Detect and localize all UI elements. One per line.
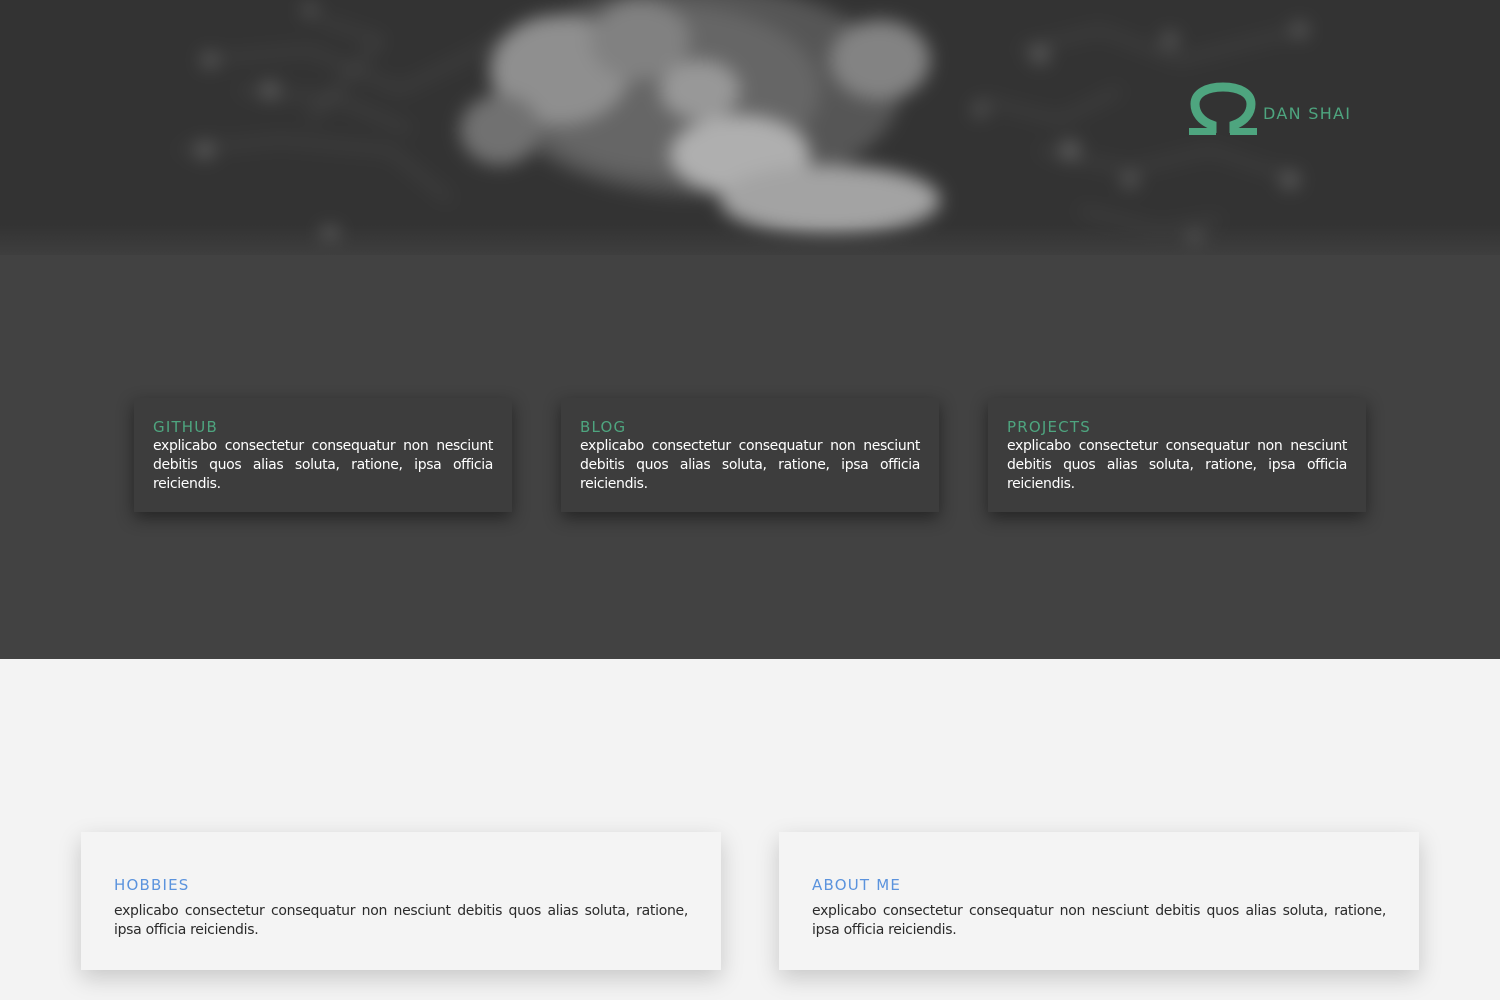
info-section: HOBBIES explicabo consectetur consequatu… (0, 659, 1500, 1000)
github-card[interactable]: GITHUB explicabo consectetur consequatur… (134, 398, 512, 512)
brand[interactable]: DAN SHAI (1187, 82, 1351, 138)
links-section: GITHUB explicabo consectetur consequatur… (0, 255, 1500, 659)
github-card-title[interactable]: GITHUB (153, 417, 493, 437)
projects-card-text: explicabo consectetur consequatur non ne… (1007, 438, 1347, 492)
omega-icon (1189, 82, 1257, 135)
brand-name: DAN SHAI (1263, 104, 1352, 123)
hero-banner: DAN SHAI (0, 0, 1500, 255)
hobbies-card-text: explicabo consectetur consequatur non ne… (114, 903, 688, 938)
about-me-card: ABOUT ME explicabo consectetur consequat… (779, 832, 1419, 970)
blog-card-text: explicabo consectetur consequatur non ne… (580, 438, 920, 492)
blog-card[interactable]: BLOG explicabo consectetur consequatur n… (561, 398, 939, 512)
hobbies-card-title: HOBBIES (114, 876, 190, 894)
hobbies-card: HOBBIES explicabo consectetur consequatu… (81, 832, 721, 970)
about-me-card-title: ABOUT ME (812, 876, 902, 894)
about-me-card-text: explicabo consectetur consequatur non ne… (812, 903, 1386, 938)
blog-card-title[interactable]: BLOG (580, 417, 920, 437)
projects-card-title[interactable]: PROJECTS (1007, 417, 1347, 437)
hero-fade-overlay (0, 225, 1500, 255)
github-card-text: explicabo consectetur consequatur non ne… (153, 438, 493, 492)
projects-card[interactable]: PROJECTS explicabo consectetur consequat… (988, 398, 1366, 512)
